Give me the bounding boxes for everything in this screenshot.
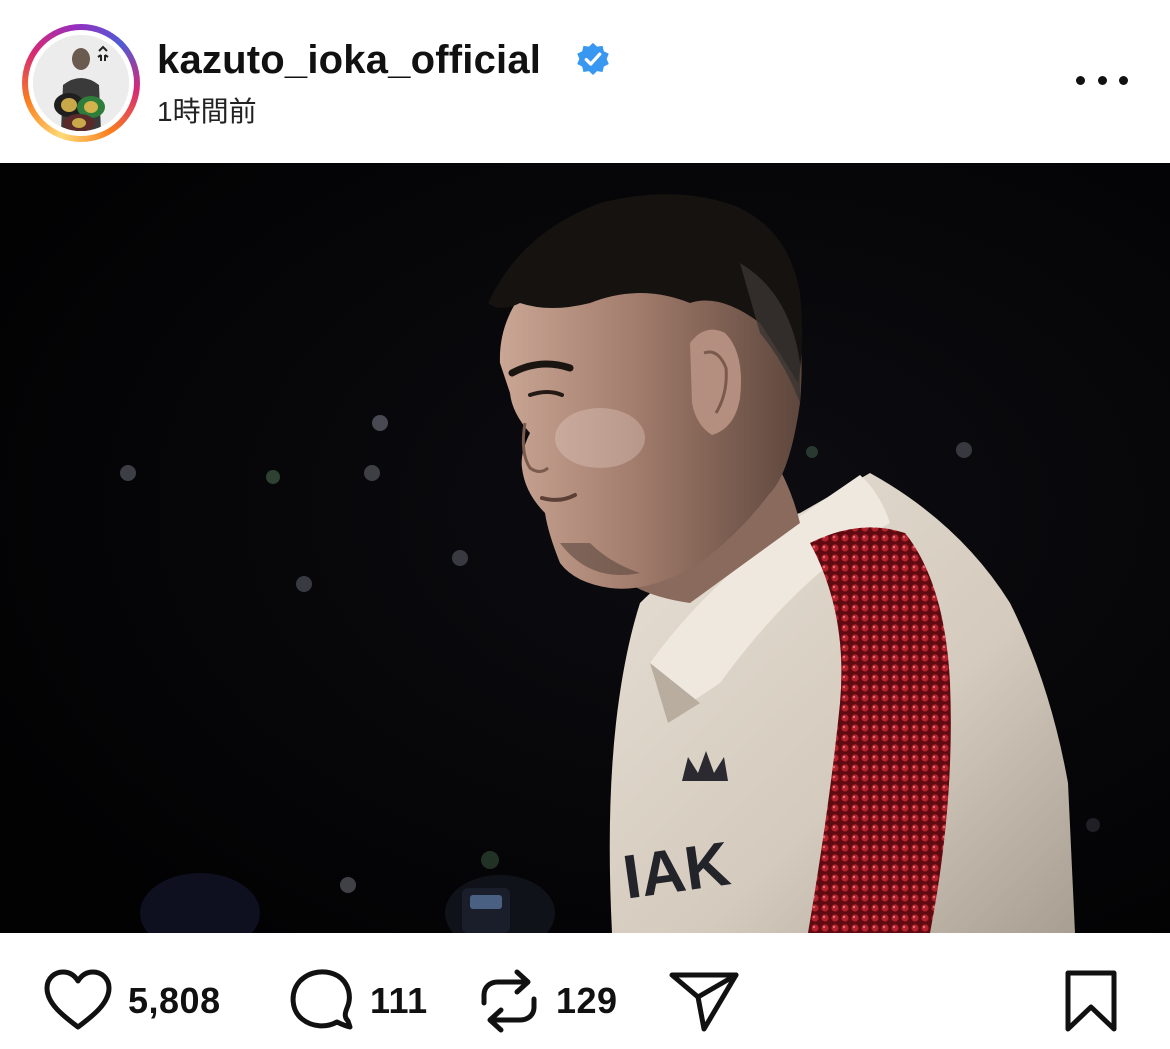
verified-badge-icon (577, 42, 609, 75)
like-button[interactable]: 5,808 (42, 969, 221, 1030)
comment-icon (290, 969, 353, 1030)
action-bar: 5,808 111 129 (0, 933, 1170, 1049)
post-photo[interactable]: IAK (0, 163, 1170, 933)
share-button[interactable] (668, 972, 740, 1032)
photo-image: IAK (0, 163, 1170, 933)
shirt-text: IAK (619, 829, 735, 912)
like-count: 5,808 (128, 980, 221, 1021)
more-options-button[interactable] (1072, 62, 1132, 98)
repost-button[interactable]: 129 (476, 969, 618, 1033)
comment-button[interactable]: 111 (288, 969, 428, 1030)
repost-icon (481, 969, 537, 1033)
heart-icon (44, 969, 112, 1030)
avatar-image (33, 35, 129, 131)
bookmark-icon (1065, 970, 1117, 1032)
post-timestamp: 1時間前 (157, 96, 257, 127)
comment-count: 111 (370, 980, 428, 1021)
save-button[interactable] (1062, 970, 1120, 1032)
instagram-post: kazuto_ioka_official 1時間前 IAK 5,808 111 … (0, 0, 1170, 1049)
repost-count: 129 (556, 980, 618, 1021)
story-ring[interactable] (22, 24, 140, 142)
send-icon (669, 972, 739, 1032)
more-horizontal-icon (1076, 75, 1085, 85)
post-header: kazuto_ioka_official 1時間前 (0, 0, 1170, 163)
avatar[interactable] (33, 35, 129, 131)
username[interactable]: kazuto_ioka_official (157, 36, 541, 84)
